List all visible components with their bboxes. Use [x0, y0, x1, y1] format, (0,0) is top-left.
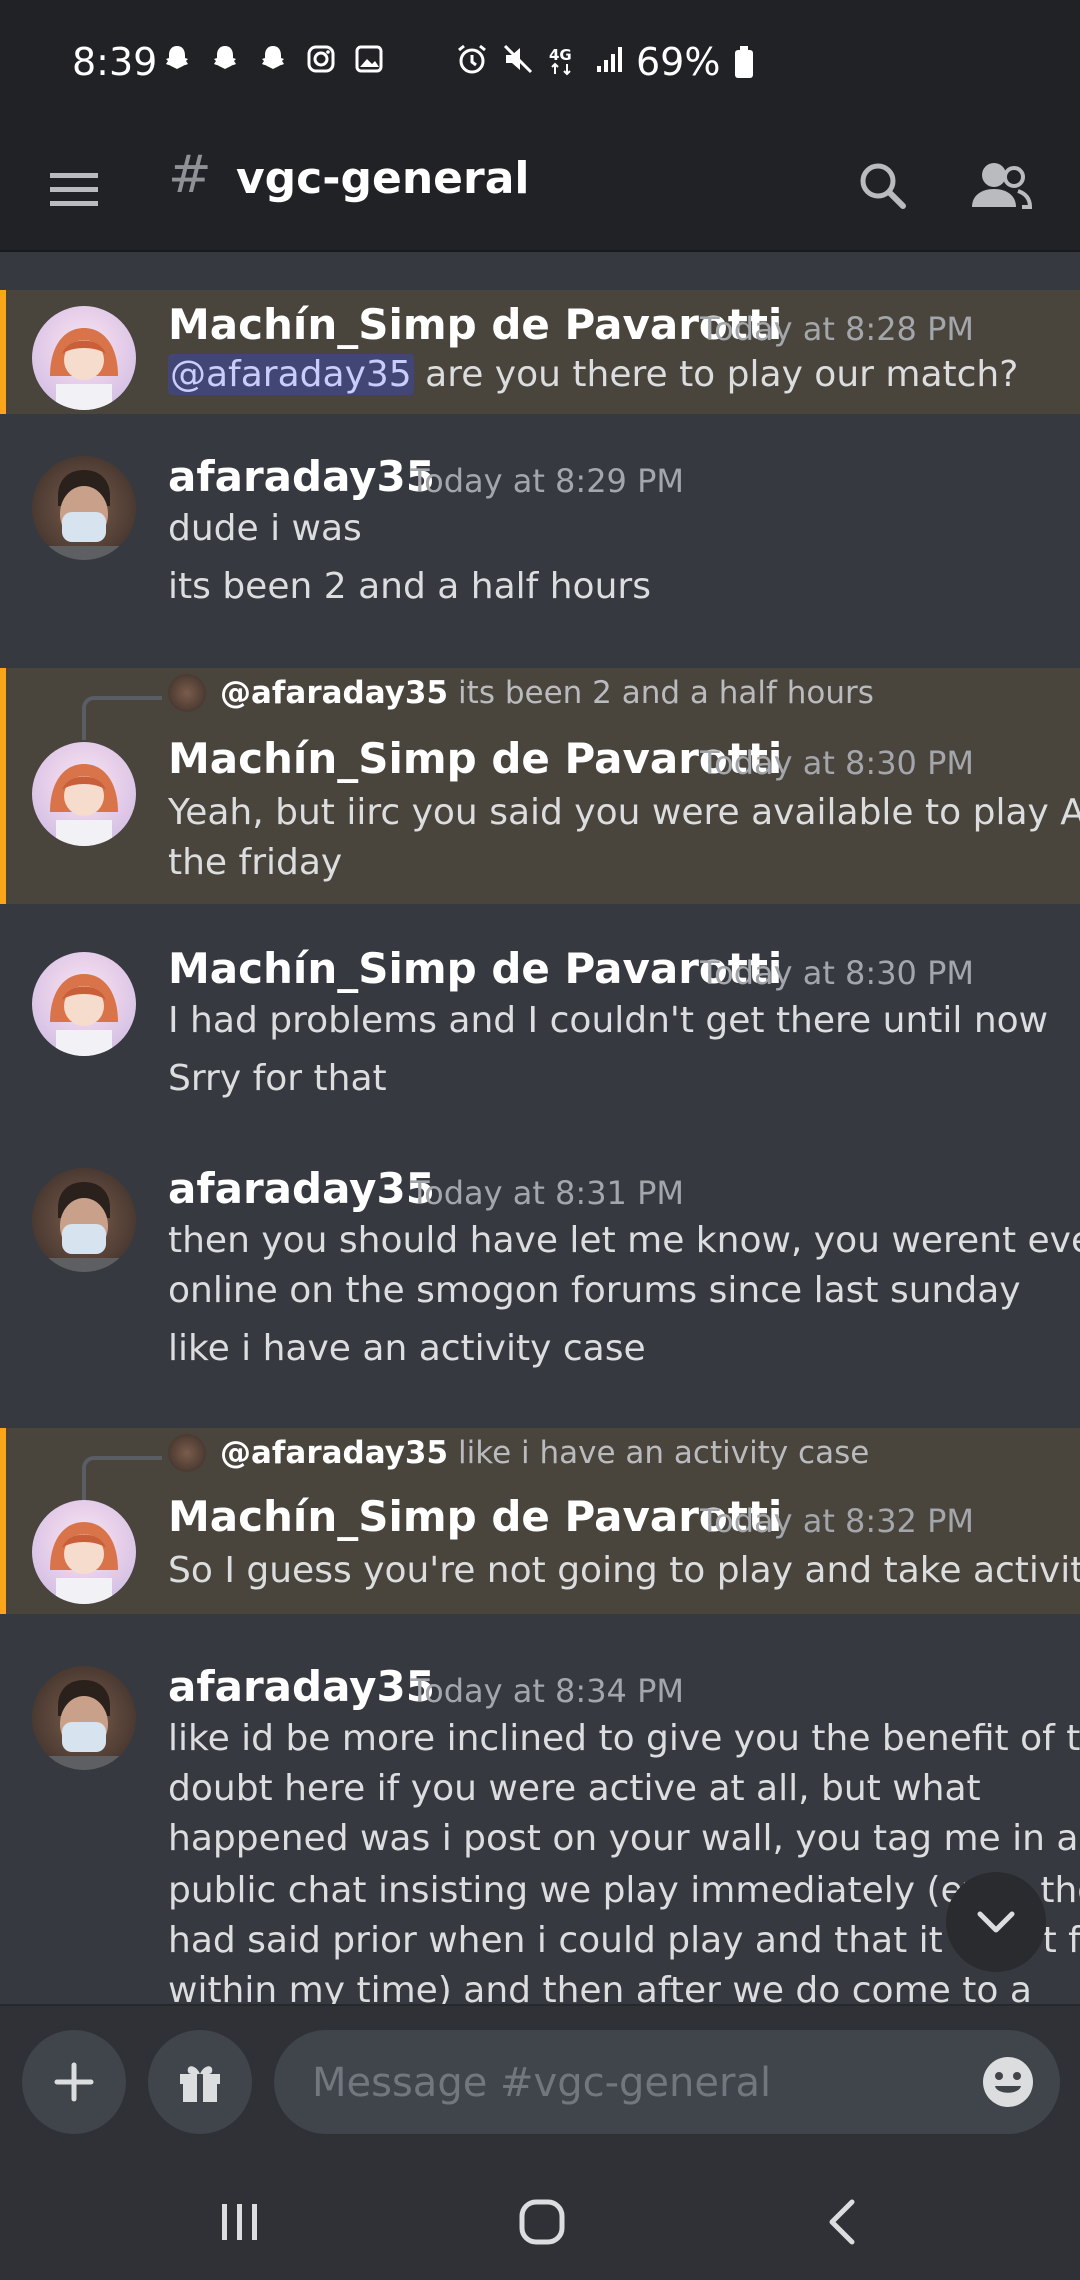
chevron-down-icon: [977, 1911, 1015, 1933]
reply-connector: [82, 696, 162, 740]
reply-author: @afaraday35: [220, 1435, 449, 1471]
message-text: Srry for that: [168, 1058, 387, 1099]
message-text: then you should have let me know, you we…: [168, 1220, 1080, 1261]
message-text: its been 2 and a half hours: [168, 566, 651, 607]
message-item[interactable]: @afaraday35 like i have an activity case…: [0, 1428, 1080, 1614]
snapchat-icon: [256, 42, 290, 76]
battery-icon: [734, 46, 753, 78]
message-author[interactable]: afaraday35: [168, 1662, 435, 1711]
message-composer: [0, 2004, 1080, 2158]
battery-status: 69%: [636, 40, 755, 84]
snapchat-icon: [160, 42, 194, 76]
message-text: had said prior when i could play and tha…: [168, 1920, 1080, 1961]
plus-icon: [54, 2062, 94, 2102]
avatar[interactable]: [32, 456, 136, 560]
message-text: like id be more inclined to give you the…: [168, 1718, 1080, 1759]
avatar[interactable]: [32, 306, 136, 410]
avatar[interactable]: [32, 1500, 136, 1604]
reply-text: its been 2 and a half hours: [458, 675, 874, 711]
message-text: dude i was: [168, 508, 362, 549]
recent-apps-icon[interactable]: [200, 2182, 280, 2262]
message-input[interactable]: [310, 2052, 934, 2114]
message-timestamp: Today at 8:28 PM: [700, 310, 974, 348]
reply-reference[interactable]: @afaraday35 its been 2 and a half hours: [168, 674, 874, 712]
message-item[interactable]: @afaraday35 its been 2 and a half hours …: [0, 668, 1080, 904]
members-icon[interactable]: [962, 149, 1038, 225]
message-text: like i have an activity case: [168, 1328, 646, 1369]
reply-reference[interactable]: @afaraday35 like i have an activity case: [168, 1434, 869, 1472]
message-text: online on the smogon forums since last s…: [168, 1270, 1021, 1311]
status-time: 8:39: [72, 40, 158, 84]
alarm-icon: [455, 42, 489, 76]
message-item[interactable]: afaraday35 Today at 8:31 PM then you sho…: [0, 1164, 1080, 1394]
message-text: within my time) and then after we do com…: [168, 1970, 1032, 2004]
avatar[interactable]: [32, 952, 136, 1056]
mute-icon: [501, 42, 535, 76]
channel-hash-icon: #: [168, 145, 212, 205]
svg-text:4G: 4G: [549, 46, 572, 64]
avatar[interactable]: [32, 1168, 136, 1272]
avatar[interactable]: [32, 1666, 136, 1770]
reply-connector: [82, 1456, 162, 1500]
mention-highlight-bar: [0, 668, 6, 904]
channel-title[interactable]: vgc-general: [236, 153, 530, 204]
emoji-icon[interactable]: [980, 2054, 1036, 2110]
message-author[interactable]: afaraday35: [168, 452, 435, 501]
status-bar: 8:39 4G 69%: [0, 0, 1080, 125]
message-timestamp: Today at 8:34 PM: [410, 1672, 684, 1710]
avatar[interactable]: [32, 742, 136, 846]
signal-icon: [593, 42, 627, 76]
back-icon[interactable]: [804, 2182, 884, 2262]
system-navigation-bar: [0, 2158, 1080, 2280]
message-text: I had problems and I couldn't get there …: [168, 1000, 1049, 1041]
message-item[interactable]: Machín_Simp de Pavarotti Today at 8:30 P…: [0, 944, 1080, 1122]
message-timestamp: Today at 8:30 PM: [700, 744, 974, 782]
instagram-icon: [304, 42, 338, 76]
reply-avatar: [168, 674, 206, 712]
message-text: @afaraday35 are you there to play our ma…: [168, 354, 1018, 395]
gallery-icon: [352, 42, 386, 76]
scroll-to-bottom-button[interactable]: [946, 1872, 1046, 1972]
gift-button[interactable]: [148, 2030, 252, 2134]
message-text: the friday: [168, 842, 343, 883]
message-input-wrapper: [274, 2030, 1060, 2134]
message-text: So I guess you're not going to play and …: [168, 1550, 1080, 1591]
message-author[interactable]: Machín_Simp de Pavarotti: [168, 300, 782, 349]
system-icons: 4G: [455, 42, 627, 76]
gift-icon: [180, 2066, 220, 2102]
message-timestamp: Today at 8:32 PM: [700, 1502, 974, 1540]
add-attachment-button[interactable]: [22, 2030, 126, 2134]
message-timestamp: Today at 8:29 PM: [410, 462, 684, 500]
reply-text: like i have an activity case: [458, 1435, 870, 1471]
user-mention[interactable]: @afaraday35: [168, 354, 414, 395]
message-author[interactable]: Machín_Simp de Pavarotti: [168, 1492, 782, 1541]
message-item[interactable]: afaraday35 Today at 8:29 PM dude i was i…: [0, 452, 1080, 662]
notification-icons: [160, 42, 386, 76]
message-timestamp: Today at 8:30 PM: [700, 954, 974, 992]
message-text: doubt here if you were active at all, bu…: [168, 1768, 981, 1809]
reply-author: @afaraday35: [220, 675, 449, 711]
search-icon[interactable]: [846, 149, 922, 225]
message-author[interactable]: Machín_Simp de Pavarotti: [168, 944, 782, 993]
message-text-rest: are you there to play our match?: [413, 354, 1019, 395]
message-list[interactable]: Machín_Simp de Pavarotti Today at 8:28 P…: [0, 252, 1080, 2004]
snapchat-icon: [208, 42, 242, 76]
battery-percent: 69%: [636, 40, 721, 84]
message-author[interactable]: Machín_Simp de Pavarotti: [168, 734, 782, 783]
home-icon[interactable]: [502, 2182, 582, 2262]
hamburger-menu-icon[interactable]: [44, 159, 104, 219]
message-text: public chat insisting we play immediatel…: [168, 1870, 1080, 1911]
4g-lte-icon: 4G: [547, 42, 581, 76]
reply-avatar: [168, 1434, 206, 1472]
message-author[interactable]: afaraday35: [168, 1164, 435, 1213]
message-item[interactable]: afaraday35 Today at 8:34 PM like id be m…: [0, 1662, 1080, 2004]
mention-highlight-bar: [0, 1428, 6, 1614]
channel-header: # vgc-general: [0, 125, 1080, 252]
message-text: happened was i post on your wall, you ta…: [168, 1818, 1079, 1859]
message-item[interactable]: Machín_Simp de Pavarotti Today at 8:28 P…: [0, 290, 1080, 414]
message-text: Yeah, but iirc you said you were availab…: [168, 792, 1080, 833]
mention-highlight-bar: [0, 290, 6, 414]
message-timestamp: Today at 8:31 PM: [410, 1174, 684, 1212]
